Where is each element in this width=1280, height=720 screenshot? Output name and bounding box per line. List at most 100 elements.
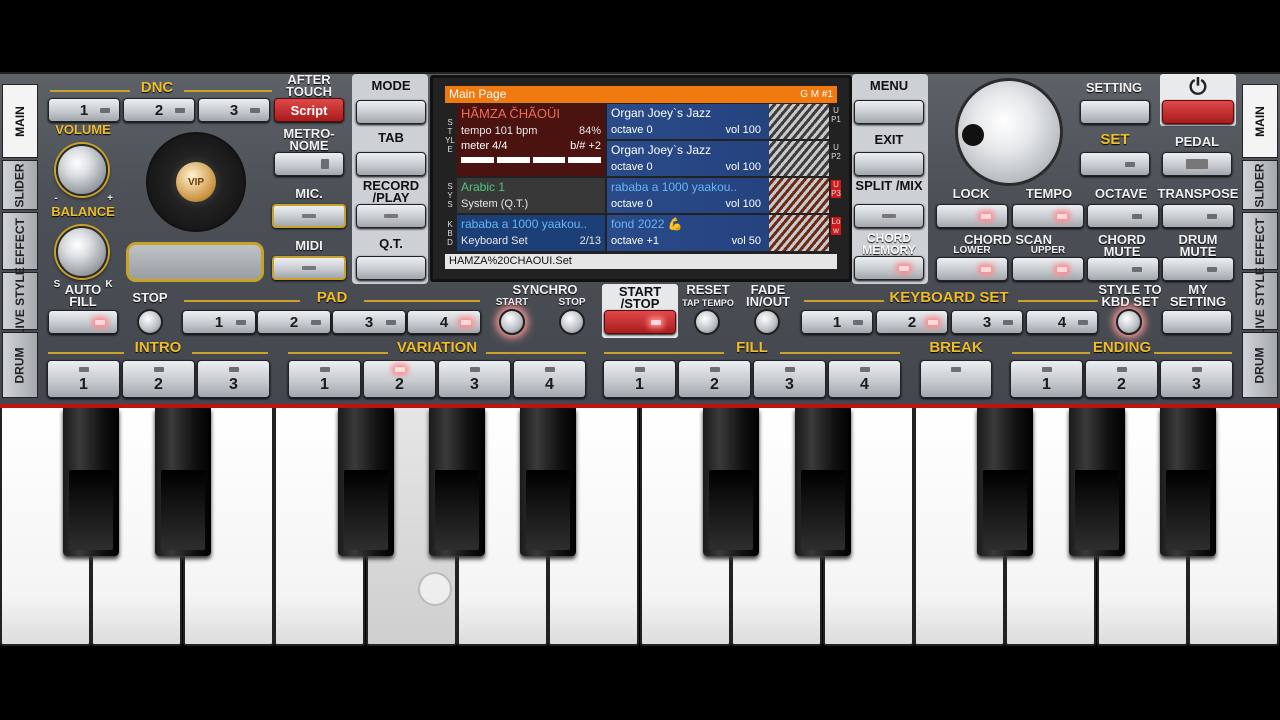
tab-drum-left[interactable]: DRUM bbox=[2, 332, 38, 398]
keyboard-set-button-3[interactable]: 3 bbox=[951, 310, 1023, 334]
fill-button-2[interactable]: 2 bbox=[678, 360, 751, 398]
midi-button[interactable] bbox=[272, 256, 346, 280]
exit-label: EXIT bbox=[874, 132, 904, 147]
chord-scan-upper-button[interactable] bbox=[1012, 257, 1084, 281]
synchro-start-knob[interactable] bbox=[499, 309, 525, 335]
system-panel[interactable]: Arabic 1 System (Q.T.) bbox=[457, 178, 605, 213]
pad-button-4[interactable]: 4 bbox=[407, 310, 481, 334]
tab-slider-left[interactable]: SLIDER bbox=[2, 160, 38, 210]
black-key[interactable] bbox=[63, 408, 119, 556]
tab-button[interactable] bbox=[356, 152, 426, 176]
dnc-button-3[interactable]: 3 bbox=[198, 98, 270, 122]
keyboard-set-panel[interactable]: rababa a 1000 yaakou.. Keyboard Set 2/13 bbox=[457, 215, 605, 251]
black-key[interactable] bbox=[155, 408, 211, 556]
reset-label: RESET bbox=[686, 282, 730, 297]
black-key[interactable] bbox=[520, 408, 576, 556]
tab-effect-right[interactable]: EFFECT bbox=[1242, 212, 1278, 270]
split-mix-button[interactable] bbox=[854, 204, 924, 228]
tab-effect-left[interactable]: EFFECT bbox=[2, 212, 38, 270]
menu-button[interactable] bbox=[854, 100, 924, 124]
black-key[interactable] bbox=[977, 408, 1033, 556]
dnc-button-1[interactable]: 1 bbox=[48, 98, 120, 122]
setting-button[interactable] bbox=[1080, 100, 1150, 124]
tab-main-right[interactable]: MAIN bbox=[1242, 84, 1278, 158]
start-stop-button[interactable] bbox=[604, 310, 676, 334]
transpose-button[interactable] bbox=[1162, 204, 1234, 228]
pad-button-3[interactable]: 3 bbox=[332, 310, 406, 334]
record-play-button[interactable] bbox=[356, 204, 426, 228]
fill-button-1[interactable]: 1 bbox=[603, 360, 676, 398]
chord-memory-button[interactable] bbox=[854, 256, 924, 280]
style-to-kbd-knob[interactable] bbox=[1116, 309, 1142, 335]
label-up2: UP2 bbox=[831, 143, 841, 161]
pad-button-2[interactable]: 2 bbox=[257, 310, 331, 334]
tab-main-left[interactable]: MAIN bbox=[2, 84, 38, 158]
reset-knob[interactable] bbox=[694, 309, 720, 335]
voice-up1[interactable]: Organ Joey`s Jazz octave 0 vol 100 bbox=[607, 104, 829, 139]
keyboard-set-button-1[interactable]: 1 bbox=[801, 310, 873, 334]
tab-live-style-right[interactable]: LIVE STYLE bbox=[1242, 267, 1278, 335]
voice-up2[interactable]: Organ Joey`s Jazz octave 0 vol 100 bbox=[607, 141, 829, 176]
style-panel[interactable]: HÃMZA ČHÃOÜI tempo 101 bpm 84% meter 4/4 b… bbox=[457, 104, 605, 176]
tab-drum-right[interactable]: DRUM bbox=[1242, 332, 1278, 398]
my-setting-button[interactable] bbox=[1162, 310, 1232, 334]
drum-mute-button[interactable] bbox=[1162, 257, 1234, 281]
tempo-label: TEMPO bbox=[1025, 186, 1073, 201]
lock-button[interactable] bbox=[936, 204, 1008, 228]
ending-button-3[interactable]: 3 bbox=[1160, 360, 1233, 398]
chord-mute-button[interactable] bbox=[1087, 257, 1159, 281]
black-key[interactable] bbox=[1160, 408, 1216, 556]
balance-knob[interactable] bbox=[56, 226, 108, 278]
ending-button-2[interactable]: 2 bbox=[1085, 360, 1158, 398]
set-button[interactable] bbox=[1080, 152, 1150, 176]
script-button[interactable]: Script bbox=[274, 98, 344, 122]
pitch-pad[interactable] bbox=[126, 242, 264, 282]
exit-button[interactable] bbox=[854, 152, 924, 176]
variation-button-2[interactable]: 2 bbox=[363, 360, 436, 398]
black-key[interactable] bbox=[795, 408, 851, 556]
intro-button-1[interactable]: 1 bbox=[47, 360, 120, 398]
variation-button-3[interactable]: 3 bbox=[438, 360, 511, 398]
octave-button[interactable] bbox=[1087, 204, 1159, 228]
voice-up3[interactable]: rababa a 1000 yaakou.. octave 0 vol 100 bbox=[607, 178, 829, 213]
power-button[interactable] bbox=[1162, 100, 1234, 124]
auto-fill-button[interactable] bbox=[48, 310, 118, 334]
qt-label: Q.T. bbox=[379, 236, 403, 251]
tempo-button[interactable] bbox=[1012, 204, 1084, 228]
fill-button-3[interactable]: 3 bbox=[753, 360, 826, 398]
intro-button-3[interactable]: 3 bbox=[197, 360, 270, 398]
variation-button-1[interactable]: 1 bbox=[288, 360, 361, 398]
black-key[interactable] bbox=[703, 408, 759, 556]
fade-knob[interactable] bbox=[754, 309, 780, 335]
keyboard-set-button-4[interactable]: 4 bbox=[1026, 310, 1098, 334]
dnc-button-2[interactable]: 2 bbox=[123, 98, 195, 122]
voice-low[interactable]: fond 2022 💪 octave +1 vol 50 bbox=[607, 215, 829, 251]
volume-knob[interactable] bbox=[56, 144, 108, 196]
metronome-button[interactable] bbox=[274, 152, 344, 176]
synchro-stop-knob[interactable] bbox=[559, 309, 585, 335]
mode-button[interactable] bbox=[356, 100, 426, 124]
pad-button-1[interactable]: 1 bbox=[182, 310, 256, 334]
pad-stop-knob[interactable] bbox=[137, 309, 163, 335]
tab-live-style-left[interactable]: LIVE STYLE bbox=[2, 267, 38, 335]
lcd-screen[interactable]: Main Page G M #1 STYLE SYS KBD HÃMZA ČHÃ… bbox=[430, 75, 852, 282]
qt-button[interactable] bbox=[356, 256, 426, 280]
chord-scan-lower-button[interactable] bbox=[936, 257, 1008, 281]
mic-button[interactable] bbox=[272, 204, 346, 228]
variation-button-4[interactable]: 4 bbox=[513, 360, 586, 398]
black-key[interactable] bbox=[429, 408, 485, 556]
pedal-button[interactable] bbox=[1162, 152, 1232, 176]
ending-button-1[interactable]: 1 bbox=[1010, 360, 1083, 398]
fill-button-4[interactable]: 4 bbox=[828, 360, 901, 398]
ending-line-left bbox=[1012, 352, 1090, 354]
led-indicator bbox=[709, 367, 720, 372]
tab-slider-right[interactable]: SLIDER bbox=[1242, 160, 1278, 210]
power-icon[interactable]: ⏻ bbox=[1184, 76, 1212, 100]
keyboard-set-button-2[interactable]: 2 bbox=[876, 310, 948, 334]
led-indicator bbox=[1041, 367, 1052, 372]
break-button[interactable] bbox=[920, 360, 992, 398]
black-key[interactable] bbox=[338, 408, 394, 556]
intro-button-2[interactable]: 2 bbox=[122, 360, 195, 398]
black-key[interactable] bbox=[1069, 408, 1125, 556]
kbdset-line-right bbox=[1018, 300, 1098, 302]
